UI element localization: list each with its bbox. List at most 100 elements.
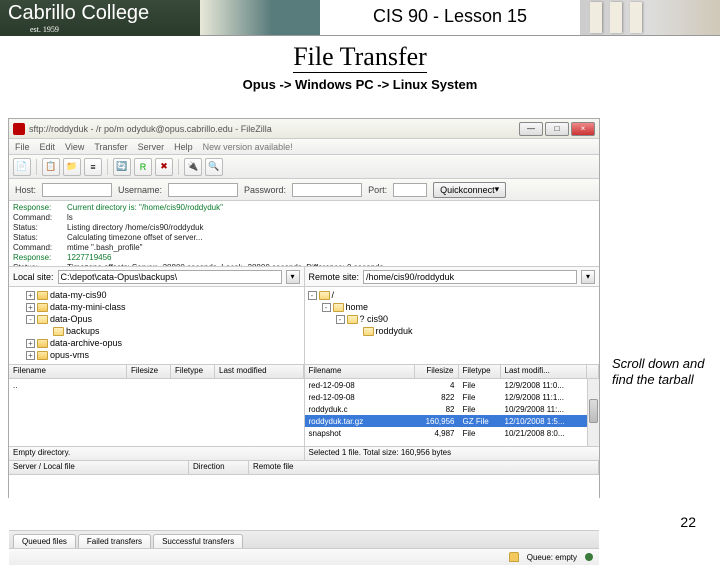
refresh-icon[interactable]: 🔄 — [113, 158, 131, 176]
filezilla-window: sftp://roddyduk - /r po/m odyduk@opus.ca… — [8, 118, 600, 498]
local-site-dropdown-icon[interactable]: ▾ — [286, 270, 300, 284]
toggle-queue-icon[interactable]: ≡ — [84, 158, 102, 176]
tree-item-label: / — [332, 289, 335, 301]
tree-toggle-icon[interactable]: + — [26, 303, 35, 312]
password-label: Password: — [244, 185, 286, 195]
menu-new-version[interactable]: New version available! — [203, 142, 293, 152]
lock-icon — [509, 552, 519, 562]
quickconnect-button[interactable]: Quickconnect ▾ — [433, 182, 506, 198]
tree-item[interactable]: -home — [308, 301, 597, 313]
xfer-col-direction[interactable]: Direction — [189, 461, 249, 474]
toggle-log-icon[interactable]: 📋 — [42, 158, 60, 176]
filezilla-icon — [13, 123, 25, 135]
process-queue-icon[interactable]: R — [134, 158, 152, 176]
port-input[interactable] — [393, 183, 427, 197]
list-item[interactable]: roddyduk.tar.gz160,956GZ File12/10/2008 … — [305, 415, 588, 427]
menu-server[interactable]: Server — [138, 142, 165, 152]
list-item[interactable]: .. — [9, 379, 304, 391]
tree-toggle-icon[interactable]: + — [26, 291, 35, 300]
tab-successful[interactable]: Successful transfers — [153, 534, 243, 548]
remote-site-input[interactable] — [363, 270, 577, 284]
tree-item[interactable]: + data-archive-opus — [12, 337, 301, 349]
local-col-filesize[interactable]: Filesize — [127, 365, 171, 378]
menu-file[interactable]: File — [15, 142, 30, 152]
tree-item[interactable]: -/ — [308, 289, 597, 301]
maximize-button[interactable]: □ — [545, 122, 569, 136]
tree-item-label: opus-vms — [50, 349, 89, 361]
transfer-queue[interactable] — [9, 475, 599, 531]
toggle-tree-icon[interactable]: 📁 — [63, 158, 81, 176]
local-col-filetype[interactable]: Filetype — [171, 365, 215, 378]
remote-col-filetype[interactable]: Filetype — [459, 365, 501, 378]
local-tree[interactable]: +data-my-cis90+data-my-mini-class-data-O… — [9, 287, 304, 364]
menu-help[interactable]: Help — [174, 142, 193, 152]
list-item[interactable]: red-12-09-084File12/9/2008 11:0... — [305, 379, 588, 391]
folder-icon — [333, 303, 344, 312]
tree-item[interactable]: - ? cis90 — [308, 313, 597, 325]
disconnect-icon[interactable]: 🔌 — [184, 158, 202, 176]
status-bar: Queue: empty — [9, 549, 599, 565]
header-photo — [580, 0, 720, 35]
menu-edit[interactable]: Edit — [40, 142, 56, 152]
local-col-modified[interactable]: Last modified — [215, 365, 304, 378]
quickconnect-bar: Host: Username: Password: Port: Quickcon… — [9, 179, 599, 201]
tree-toggle-icon[interactable]: + — [26, 339, 35, 348]
local-site-bar: Local site: ▾ — [9, 267, 304, 286]
username-input[interactable] — [168, 183, 238, 197]
college-logo: Cabrillo College est. 1959 — [0, 0, 200, 36]
site-manager-icon[interactable]: 📄 — [13, 158, 31, 176]
tree-toggle-icon[interactable]: - — [322, 303, 331, 312]
remote-col-modified[interactable]: Last modifi... — [501, 365, 588, 378]
tree-toggle-icon[interactable]: - — [336, 315, 345, 324]
annotation-text: Scroll down and find the tarball — [612, 356, 708, 388]
tree-item[interactable]: + opus-vms — [12, 349, 301, 361]
remote-status: Selected 1 file. Total size: 160,956 byt… — [304, 447, 600, 460]
tab-failed[interactable]: Failed transfers — [78, 534, 151, 548]
tree-item[interactable]: -data-Opus — [12, 313, 301, 325]
message-log[interactable]: Response:Current directory is: "/home/ci… — [9, 201, 599, 267]
cancel-icon[interactable]: ✖ — [155, 158, 173, 176]
tree-item[interactable]: backups — [12, 325, 301, 337]
status-indicator-icon — [585, 553, 593, 561]
tree-item[interactable]: roddyduk — [308, 325, 597, 337]
menu-view[interactable]: View — [65, 142, 84, 152]
tree-item[interactable]: +data-my-mini-class — [12, 301, 301, 313]
folder-icon — [37, 291, 48, 300]
list-item[interactable]: red-12-09-08822File12/9/2008 11:1... — [305, 391, 588, 403]
tree-item[interactable]: +data-my-cis90 — [12, 289, 301, 301]
remote-site-dropdown-icon[interactable]: ▾ — [581, 270, 595, 284]
menu-transfer[interactable]: Transfer — [94, 142, 127, 152]
page-number: 22 — [680, 514, 696, 530]
folder-icon — [37, 339, 48, 348]
host-input[interactable] — [42, 183, 112, 197]
local-col-filename[interactable]: Filename — [9, 365, 127, 378]
scrollbar-thumb[interactable] — [589, 399, 598, 423]
password-input[interactable] — [292, 183, 362, 197]
list-item[interactable]: roddyduk.c82File10/29/2008 11:... — [305, 403, 588, 415]
remote-col-filename[interactable]: Filename — [305, 365, 415, 378]
remote-col-filesize[interactable]: Filesize — [415, 365, 459, 378]
minimize-button[interactable]: — — [519, 122, 543, 136]
local-file-list[interactable]: Filename Filesize Filetype Last modified… — [9, 365, 304, 446]
folder-icon — [37, 351, 48, 360]
remote-tree[interactable]: -/-home-? cis90roddyduk — [304, 287, 600, 364]
xfer-col-server[interactable]: Server / Local file — [9, 461, 189, 474]
reconnect-icon[interactable]: 🔍 — [205, 158, 223, 176]
local-site-input[interactable] — [58, 270, 282, 284]
remote-list-scrollbar[interactable] — [587, 379, 599, 446]
xfer-col-remote[interactable]: Remote file — [249, 461, 599, 474]
tree-toggle-icon[interactable]: + — [26, 351, 35, 360]
local-site-label: Local site: — [13, 272, 54, 282]
tree-item-label: ? cis90 — [360, 313, 389, 325]
folder-icon — [319, 291, 330, 300]
list-item[interactable]: snapshot4,987File10/21/2008 8:0... — [305, 427, 588, 439]
close-button[interactable]: × — [571, 122, 595, 136]
remote-file-list[interactable]: Filename Filesize Filetype Last modifi..… — [304, 365, 600, 446]
tree-toggle-icon[interactable]: - — [308, 291, 317, 300]
tree-item-label: data-archive-opus — [50, 337, 122, 349]
tab-queued[interactable]: Queued files — [13, 534, 76, 548]
port-label: Port: — [368, 185, 387, 195]
window-titlebar[interactable]: sftp://roddyduk - /r po/m odyduk@opus.ca… — [9, 119, 599, 139]
tree-toggle-icon[interactable]: - — [26, 315, 35, 324]
header-stripe — [200, 0, 320, 35]
